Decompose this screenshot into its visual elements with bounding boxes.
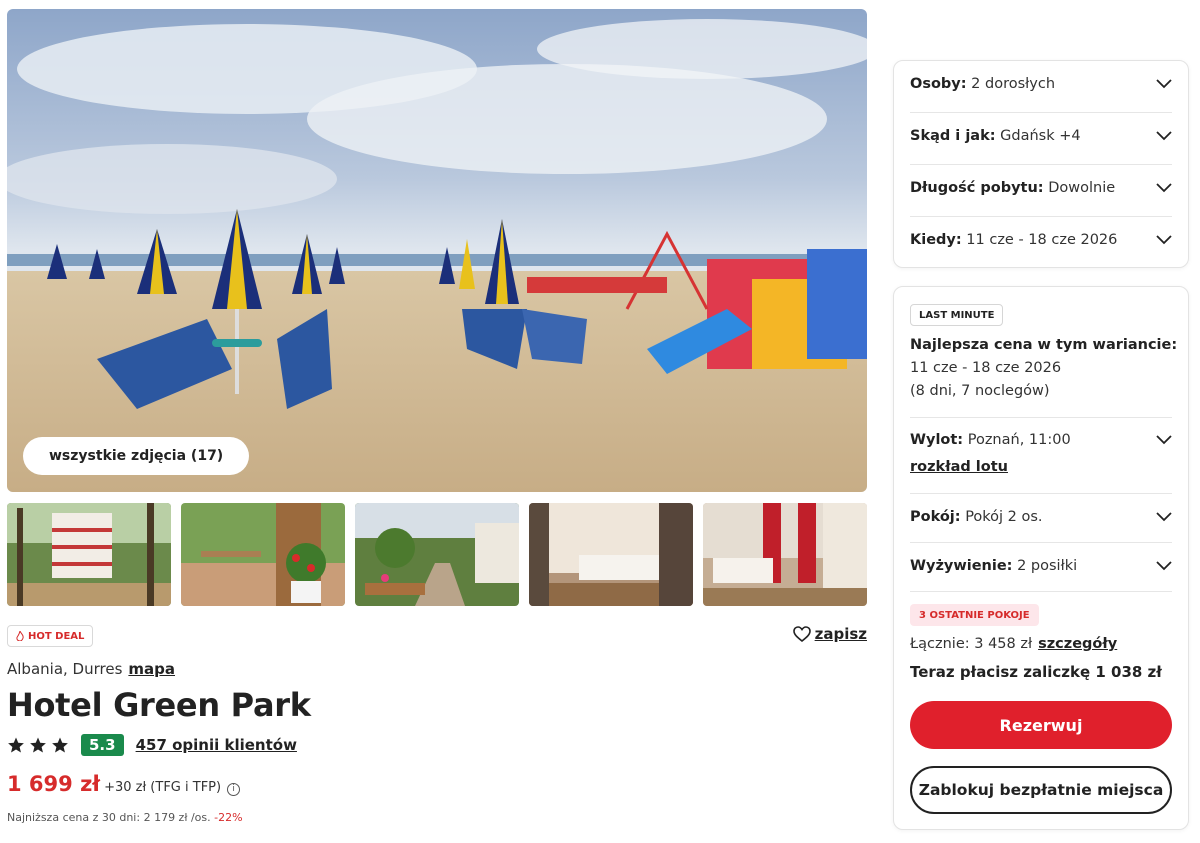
flight-schedule-link[interactable]: rozkład lotu <box>910 459 1008 475</box>
price-extra: +30 zł (TFG i TFP) <box>104 780 222 795</box>
thumbnail-room-1[interactable] <box>529 503 693 606</box>
hotel-stars <box>7 736 69 754</box>
thumbnail-garden-path[interactable] <box>355 503 519 606</box>
price-row: 1 699 zł +30 zł (TFG i TFP) i <box>7 772 241 796</box>
room-value: Pokój 2 os. <box>965 509 1043 525</box>
board-value: 2 posiłki <box>1017 558 1078 574</box>
last-minute-badge: LAST MINUTE <box>910 304 1004 326</box>
room-label: Pokój: <box>910 509 961 525</box>
filter-when[interactable]: Kiedy: 11 cze - 18 cze 2026 <box>910 232 1172 248</box>
filter-persons-value: 2 dorosłych <box>971 76 1056 92</box>
filter-from-label: Skąd i jak: <box>910 128 996 144</box>
rating-row: 5.3 457 opinii klientów <box>7 734 297 756</box>
lowest-price-discount: -22% <box>214 811 243 824</box>
total-price-text: Łącznie: 3 458 zł <box>910 636 1033 652</box>
total-price: Łącznie: 3 458 zł szczegóły <box>910 636 1117 652</box>
star-icon <box>8 737 24 753</box>
chevron-down-icon <box>1156 561 1172 571</box>
review-score: 5.3 <box>81 734 124 756</box>
lowest-price-text: Najniższa cena z 30 dni: 2 179 zł /os. <box>7 811 211 824</box>
best-price-nights: (8 dni, 7 noclegów) <box>910 383 1050 399</box>
reviews-link[interactable]: 457 opinii klientów <box>136 736 297 754</box>
thumbnail-strip <box>7 503 867 606</box>
board-selector[interactable]: Wyżywienie: 2 posiłki <box>910 558 1172 574</box>
star-icon <box>52 737 68 753</box>
hotel-location: Albania, Durres mapa <box>7 660 175 678</box>
all-photos-button[interactable]: wszystkie zdjęcia (17) <box>23 437 250 475</box>
main-photo[interactable] <box>7 9 867 492</box>
room-selector[interactable]: Pokój: Pokój 2 os. <box>910 509 1172 525</box>
info-icon[interactable]: i <box>227 783 241 796</box>
filter-from[interactable]: Skąd i jak: Gdańsk +4 <box>910 128 1172 144</box>
best-price-title: Najlepsza cena w tym wariancie: <box>910 337 1178 353</box>
chevron-down-icon <box>1156 79 1172 89</box>
thumbnail-hotel-exterior[interactable] <box>7 503 171 606</box>
deposit-text: Teraz płacisz zaliczkę 1 038 zł <box>910 663 1162 681</box>
hotel-name: Hotel Green Park <box>7 686 311 724</box>
filter-length[interactable]: Długość pobytu: Dowolnie <box>910 180 1172 196</box>
heart-icon <box>792 626 811 642</box>
hot-deal-badge: HOT DEAL <box>7 625 94 647</box>
board-label: Wyżywienie: <box>910 558 1013 574</box>
filter-length-label: Długość pobytu: <box>910 180 1044 196</box>
flight-value: Poznań, 11:00 <box>967 432 1071 448</box>
chevron-down-icon <box>1156 235 1172 245</box>
details-link[interactable]: szczegóły <box>1038 636 1117 652</box>
lowest-price-note: Najniższa cena z 30 dni: 2 179 zł /os. -… <box>7 811 243 824</box>
save-button[interactable]: zapisz <box>792 625 867 643</box>
thumbnail-garden-restaurant[interactable] <box>181 503 345 606</box>
filter-from-value: Gdańsk +4 <box>1000 128 1081 144</box>
location-text: Albania, Durres <box>7 660 123 678</box>
thumbnail-room-2[interactable] <box>703 503 867 606</box>
block-seats-button[interactable]: Zablokuj bezpłatnie miejsca <box>910 766 1172 814</box>
last-rooms-badge: 3 OSTATNIE POKOJE <box>910 604 1039 626</box>
search-filters-card: Osoby: 2 dorosłych Skąd i jak: Gdańsk +4… <box>893 60 1189 268</box>
chevron-down-icon <box>1156 512 1172 522</box>
hot-deal-label: HOT DEAL <box>28 630 85 642</box>
filter-persons-label: Osoby: <box>910 76 967 92</box>
star-icon <box>30 737 46 753</box>
book-button[interactable]: Rezerwuj <box>910 701 1172 749</box>
offer-card: LAST MINUTE Najlepsza cena w tym warianc… <box>893 286 1189 830</box>
chevron-down-icon <box>1156 183 1172 193</box>
map-link[interactable]: mapa <box>128 660 175 678</box>
price: 1 699 zł <box>7 772 101 796</box>
chevron-down-icon <box>1156 435 1172 445</box>
flight-selector[interactable]: Wylot: Poznań, 11:00 <box>910 432 1172 448</box>
best-price-dates: 11 cze - 18 cze 2026 <box>910 360 1062 376</box>
flight-label: Wylot: <box>910 432 964 448</box>
filter-persons[interactable]: Osoby: 2 dorosłych <box>910 76 1172 92</box>
save-label: zapisz <box>814 625 867 643</box>
chevron-down-icon <box>1156 131 1172 141</box>
filter-when-value: 11 cze - 18 cze 2026 <box>966 232 1118 248</box>
flame-icon <box>16 631 24 641</box>
filter-when-label: Kiedy: <box>910 232 962 248</box>
filter-length-value: Dowolnie <box>1048 180 1116 196</box>
